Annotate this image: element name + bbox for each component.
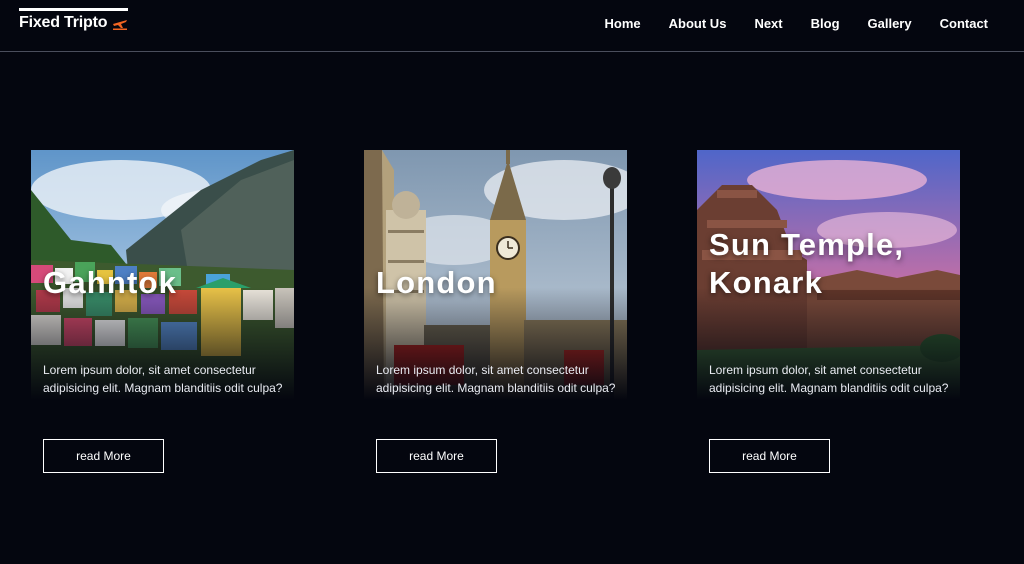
destination-card-gahntok: Gahntok Lorem ipsum dolor, sit amet cons…	[31, 150, 294, 480]
destination-card-sun-temple-konark: Sun Temple, Konark Lorem ipsum dolor, si…	[697, 150, 960, 480]
main-nav: Home About Us Next Blog Gallery Contact	[577, 16, 988, 31]
brand-name: Fixed Tripto	[19, 14, 108, 31]
card-description: Lorem ipsum dolor, sit amet consectetur …	[709, 363, 949, 395]
nav-gallery[interactable]: Gallery	[868, 16, 912, 31]
nav-blog[interactable]: Blog	[811, 16, 840, 31]
card-title: Sun Temple, Konark	[709, 227, 905, 300]
nav-home[interactable]: Home	[605, 16, 641, 31]
read-more-button[interactable]: read More	[376, 439, 497, 473]
read-more-button[interactable]: read More	[709, 439, 830, 473]
plane-icon	[113, 20, 128, 30]
card-title: Gahntok	[43, 265, 178, 300]
card-description: Lorem ipsum dolor, sit amet consectetur …	[376, 363, 616, 395]
read-more-button[interactable]: read More	[43, 439, 164, 473]
brand-logo[interactable]: Fixed Tripto	[19, 8, 129, 32]
navbar: Fixed Tripto Home About Us Next Blog Gal…	[0, 0, 1024, 52]
card-title: London	[376, 265, 497, 300]
nav-about-us[interactable]: About Us	[669, 16, 727, 31]
card-description: Lorem ipsum dolor, sit amet consectetur …	[43, 363, 283, 395]
nav-next[interactable]: Next	[754, 16, 782, 31]
destination-card-london: London Lorem ipsum dolor, sit amet conse…	[364, 150, 627, 480]
nav-contact[interactable]: Contact	[940, 16, 988, 31]
